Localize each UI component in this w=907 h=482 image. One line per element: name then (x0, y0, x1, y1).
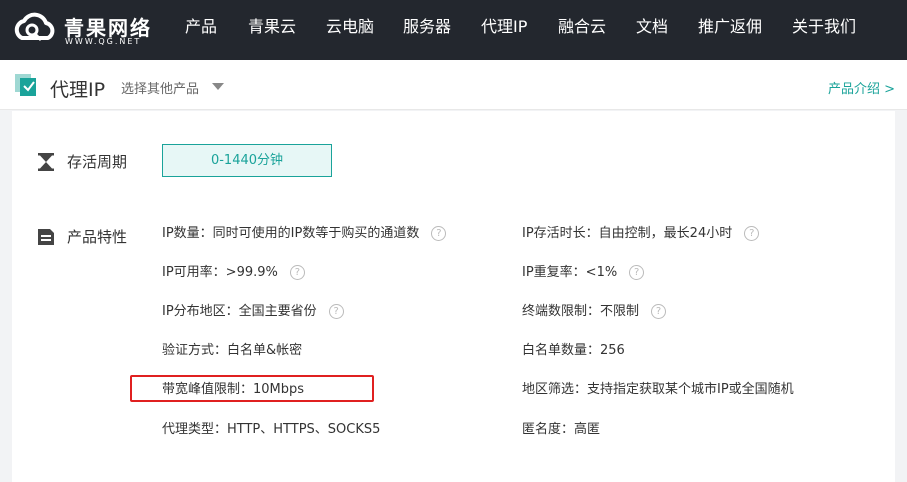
feature-item-left-5: 带宽峰值限制：10Mbps (162, 380, 304, 400)
survival-period-label: 存活周期 (67, 153, 128, 171)
document-icon (38, 228, 54, 245)
nav-item-servers[interactable]: 服务器 (403, 17, 451, 37)
features-label: 产品特性 (67, 228, 128, 246)
help-question-icon[interactable]: ? (328, 304, 344, 319)
feature-text: 地区筛选：支持指定获取某个城市IP或全国随机 (522, 382, 794, 397)
caret-down-icon[interactable] (212, 83, 224, 90)
feature-text: 验证方式：白名单&帐密 (162, 343, 303, 358)
page-title: 代理IP (50, 79, 106, 101)
feature-text: IP存活时长：自由控制，最长24小时 (522, 226, 733, 241)
feature-text: IP可用率：>99.9% (162, 265, 278, 280)
nav-item-qingguo-cloud[interactable]: 青果云 (248, 17, 296, 37)
survival-period-row: 存活周期 (36, 151, 127, 172)
feature-item-right-5: 地区筛选：支持指定获取某个城市IP或全国随机 (522, 380, 794, 400)
product-switcher[interactable]: 选择其他产品 (121, 78, 199, 97)
nav-item-about[interactable]: 关于我们 (792, 17, 856, 37)
help-question-icon[interactable]: ? (651, 304, 667, 319)
feature-item-right-6: 匿名度：高匿 (522, 420, 600, 440)
feature-item-left-1: IP数量：同时可使用的IP数等于购买的通道数? (162, 224, 447, 244)
logo[interactable]: 青果网络 WWW.QG.NET (10, 8, 170, 52)
nav-item-cloud-pc[interactable]: 云电脑 (326, 17, 374, 37)
feature-text: 终端数限制：不限制 (522, 304, 640, 319)
feature-text: IP数量：同时可使用的IP数等于购买的通道数 (162, 226, 420, 241)
feature-text: 带宽峰值限制：10Mbps (162, 382, 305, 397)
feature-item-right-1: IP存活时长：自由控制，最长24小时? (522, 224, 760, 244)
help-question-icon[interactable]: ? (629, 265, 645, 280)
brand-domain: WWW.QG.NET (65, 37, 142, 46)
nav-item-products[interactable]: 产品 (185, 17, 217, 37)
features-row: 产品特性 (36, 226, 127, 247)
feature-item-left-3: IP分布地区：全国主要省份? (162, 302, 344, 322)
nav-item-fusion-cloud[interactable]: 融合云 (558, 17, 606, 37)
top-navbar: 青果网络 WWW.QG.NET 产品 青果云 云电脑 服务器 代理IP 融合云 … (0, 0, 907, 60)
help-question-icon[interactable]: ? (289, 265, 305, 280)
help-question-icon[interactable]: ? (431, 226, 447, 241)
feature-item-right-4: 白名单数量：256 (522, 341, 625, 361)
nav-item-affiliate[interactable]: 推广返佣 (698, 17, 762, 37)
feature-item-left-2: IP可用率：>99.9%? (162, 263, 305, 283)
nav-item-proxy-ip[interactable]: 代理IP (481, 17, 527, 37)
survival-period-option[interactable]: 0-1440分钟 (162, 144, 332, 177)
product-subheader: 代理IP 选择其他产品 产品介绍 > (0, 60, 907, 110)
feature-text: 白名单数量：256 (522, 343, 625, 358)
feature-item-left-6: 代理类型：HTTP、HTTPS、SOCKS5 (162, 420, 380, 440)
feature-text: 代理类型：HTTP、HTTPS、SOCKS5 (162, 422, 381, 437)
hourglass-icon (38, 152, 54, 171)
product-intro-link[interactable]: 产品介绍 > (828, 78, 895, 97)
feature-text: 匿名度：高匿 (522, 422, 601, 437)
feature-text: IP分布地区：全国主要省份 (162, 304, 317, 319)
feature-item-right-2: IP重复率：<1%? (522, 263, 645, 283)
feature-item-right-3: 终端数限制：不限制? (522, 302, 667, 322)
feature-item-left-4: 验证方式：白名单&帐密 (162, 341, 302, 361)
feature-text: IP重复率：<1% (522, 265, 618, 280)
product-detail-card: 存活周期 0-1440分钟 产品特性 IP数量：同时可使用的IP数等于购买的通道… (12, 111, 895, 482)
nav-item-docs[interactable]: 文档 (636, 17, 668, 37)
proxy-ip-product-icon (15, 74, 36, 96)
help-question-icon[interactable]: ? (744, 226, 760, 241)
cloud-logo-icon (14, 12, 55, 42)
